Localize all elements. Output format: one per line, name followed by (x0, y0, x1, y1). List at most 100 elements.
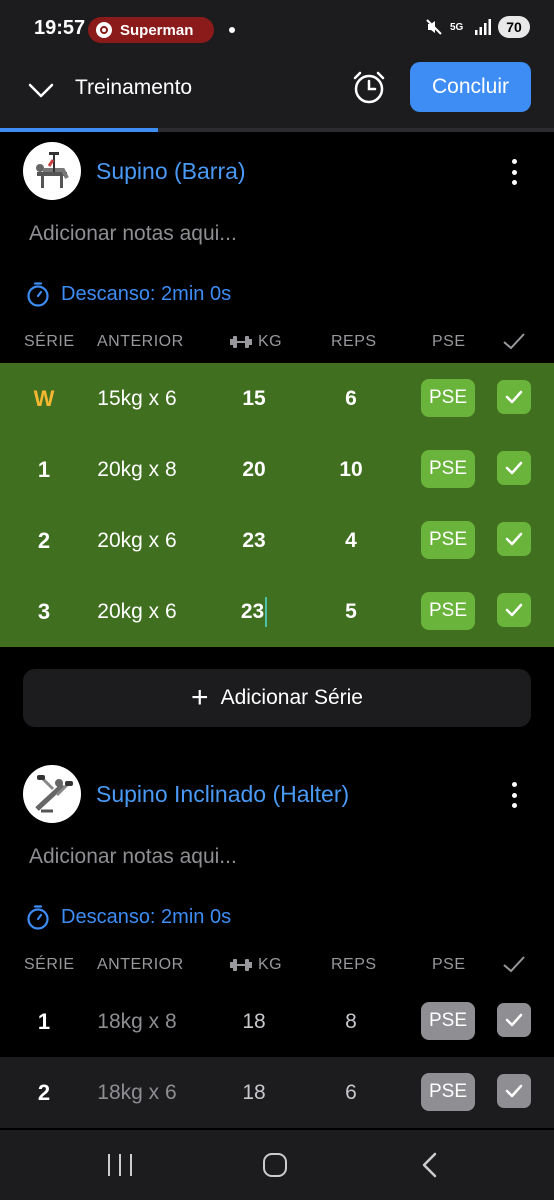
sets-table-header: SÉRIE ANTERIOR KG REPS PSE (0, 956, 554, 986)
incline-press-illustration (35, 775, 73, 813)
kg-input[interactable]: 23 (214, 505, 294, 576)
rpe-button[interactable]: PSE (421, 1002, 475, 1040)
previous-value[interactable]: 18kg x 6 (72, 1057, 202, 1128)
rest-timer[interactable]: Descanso: 2min 0s (25, 281, 231, 307)
kg-input[interactable]: 18 (214, 1057, 294, 1128)
sets-table-header: SÉRIE ANTERIOR KG REPS PSE (0, 333, 554, 363)
plus-icon: + (191, 681, 209, 714)
exercise-name[interactable]: Supino Inclinado (Halter) (96, 781, 349, 808)
previous-value[interactable]: 20kg x 6 (72, 576, 202, 647)
more-vertical-icon[interactable] (502, 780, 526, 810)
reps-input[interactable]: 6 (311, 1057, 391, 1128)
home-icon[interactable] (263, 1153, 287, 1177)
header-previous: ANTERIOR (97, 333, 184, 350)
exercise-name[interactable]: Supino (Barra) (96, 158, 246, 185)
signal-icon (475, 19, 491, 35)
chevron-down-icon[interactable] (28, 80, 54, 100)
set-row: W 15kg x 6 15 6 PSE (0, 363, 554, 434)
previous-value[interactable]: 20kg x 6 (72, 505, 202, 576)
checkmark-icon (505, 390, 523, 404)
add-set-label: Adicionar Série (220, 686, 363, 709)
rpe-button[interactable]: PSE (421, 1073, 475, 1111)
set-number[interactable]: 2 (14, 505, 74, 576)
notification-pill[interactable]: Superman (88, 17, 214, 43)
kg-input-active[interactable]: 23 (214, 576, 294, 647)
rpe-button[interactable]: PSE (421, 450, 475, 488)
rest-timer-label: Descanso: 2min 0s (61, 282, 232, 305)
set-row: 1 20kg x 8 20 10 PSE (0, 434, 554, 505)
kg-input[interactable]: 15 (214, 363, 294, 434)
complete-set-checkbox[interactable] (497, 522, 531, 556)
stopwatch-icon (27, 282, 49, 307)
set-row: 3 20kg x 6 23 5 PSE (0, 576, 554, 647)
header-kg: KG (230, 956, 282, 974)
checkmark-icon (505, 1084, 523, 1098)
set-number[interactable]: 2 (14, 1057, 74, 1128)
kg-input[interactable]: 18 (214, 986, 294, 1057)
header-rpe: PSE (432, 956, 466, 973)
recent-apps-icon[interactable] (108, 1154, 132, 1176)
set-number[interactable]: 1 (14, 986, 74, 1057)
exercise-notes-input[interactable]: Adicionar notas aqui... (29, 222, 237, 246)
previous-value[interactable]: 15kg x 6 (72, 363, 202, 434)
page-title: Treinamento (75, 76, 193, 99)
stopwatch-icon (27, 905, 49, 930)
checkmark-icon (505, 461, 523, 475)
workout-progress-fill (0, 128, 158, 132)
reps-input[interactable]: 5 (311, 576, 391, 647)
complete-set-checkbox[interactable] (497, 1074, 531, 1108)
alarm-clock-icon[interactable] (350, 68, 388, 106)
set-number[interactable]: 3 (14, 576, 74, 647)
exercise-notes-input[interactable]: Adicionar notas aqui... (29, 845, 237, 869)
bench-press-illustration (36, 152, 69, 188)
reps-input[interactable]: 6 (311, 363, 391, 434)
checkmark-icon (505, 603, 523, 617)
rpe-button[interactable]: PSE (421, 379, 475, 417)
checkmark-icon (503, 956, 525, 973)
exercise-thumbnail[interactable] (23, 765, 81, 823)
header-previous: ANTERIOR (97, 956, 184, 973)
dumbbell-icon (230, 336, 252, 348)
header-reps: REPS (331, 333, 377, 350)
previous-value[interactable]: 18kg x 8 (72, 986, 202, 1057)
previous-value[interactable]: 20kg x 8 (72, 434, 202, 505)
rest-timer-label: Descanso: 2min 0s (61, 905, 232, 928)
set-number[interactable]: W (14, 363, 74, 434)
set-row: 2 20kg x 6 23 4 PSE (0, 505, 554, 576)
text-cursor (265, 596, 268, 627)
workout-progress (0, 128, 554, 132)
complete-set-checkbox[interactable] (497, 593, 531, 627)
set-number[interactable]: 1 (14, 434, 74, 505)
add-set-button[interactable]: + Adicionar Série (23, 669, 531, 727)
rest-timer[interactable]: Descanso: 2min 0s (25, 904, 231, 930)
reps-input[interactable]: 8 (311, 986, 391, 1057)
back-icon[interactable] (420, 1152, 440, 1178)
notification-app-name: Superman (120, 21, 194, 39)
set-row: 1 18kg x 8 18 8 PSE (0, 986, 554, 1057)
mute-icon (426, 19, 442, 35)
complete-set-checkbox[interactable] (497, 380, 531, 414)
header-rpe: PSE (432, 333, 466, 350)
set-row: 2 18kg x 6 18 6 PSE (0, 1057, 554, 1128)
finish-button[interactable]: Concluir (410, 62, 531, 112)
status-time: 19:57 (34, 17, 86, 39)
notification-dot (229, 27, 235, 33)
reps-input[interactable]: 4 (311, 505, 391, 576)
header-kg-label: KG (258, 333, 283, 350)
header-reps: REPS (331, 956, 377, 973)
complete-set-checkbox[interactable] (497, 451, 531, 485)
dumbbell-icon (230, 959, 252, 971)
kg-input[interactable]: 20 (214, 434, 294, 505)
complete-set-checkbox[interactable] (497, 1003, 531, 1037)
checkmark-icon (505, 1013, 523, 1027)
rpe-button[interactable]: PSE (421, 592, 475, 630)
more-vertical-icon[interactable] (502, 157, 526, 187)
kg-input-value: 23 (240, 599, 265, 623)
rpe-button[interactable]: PSE (421, 521, 475, 559)
checkmark-icon (505, 532, 523, 546)
header-kg-label: KG (258, 956, 283, 973)
exercise-thumbnail[interactable] (23, 142, 81, 200)
reps-input[interactable]: 10 (311, 434, 391, 505)
system-navigation-bar (0, 1130, 554, 1200)
workout-header: Treinamento Concluir (0, 58, 554, 128)
